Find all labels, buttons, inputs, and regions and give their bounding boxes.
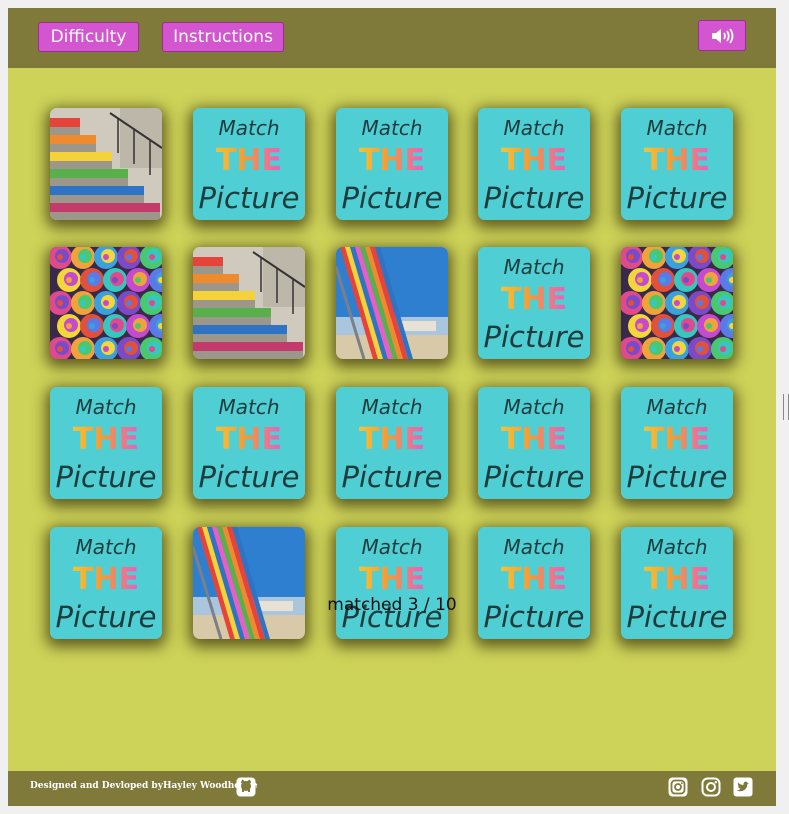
card-back-logo: Match THEPicture	[478, 387, 590, 499]
card-face-down[interactable]: Match THE Picture	[478, 527, 590, 639]
card-back-line2: THE	[501, 422, 567, 457]
card-back-line1: Match	[503, 255, 564, 279]
card-back-line3: Picture	[626, 460, 727, 494]
difficulty-button[interactable]: Difficulty	[38, 22, 139, 52]
card-back-logo: Match THEPicture	[621, 387, 733, 499]
card-face-down[interactable]: Match THE Picture	[621, 108, 733, 220]
card-face-down[interactable]: Match THE Picture	[50, 527, 162, 639]
card-face-down[interactable]: Match THE Picture	[193, 108, 305, 220]
card-back-line1: Match	[361, 535, 422, 559]
match-counter: matched 3 / 10	[327, 595, 457, 615]
card-back-line1: Match	[503, 116, 564, 140]
card-back-logo: Match THEPicture	[621, 108, 733, 220]
card-back-logo: Match THEPicture	[478, 108, 590, 220]
rainbow-roses-image	[50, 247, 162, 359]
card-back-line3: Picture	[483, 181, 584, 215]
card-back-line3: Picture	[483, 460, 584, 494]
card-face-down[interactable]: Match THE Picture	[621, 527, 733, 639]
game-window: Difficulty Instructions Match THE Picture M…	[8, 8, 776, 806]
card-back-line1: Match	[75, 535, 136, 559]
card-back-line1: Match	[218, 395, 279, 419]
card-back-line3: Picture	[198, 460, 299, 494]
striped-deckchair-image	[336, 247, 448, 359]
card-back-line1: Match	[646, 395, 707, 419]
card-back-logo: Match THEPicture	[193, 108, 305, 220]
twitter-icon[interactable]	[733, 777, 753, 797]
header-bar: Difficulty Instructions	[8, 8, 776, 68]
card-face-down[interactable]: Match THE Picture	[478, 247, 590, 359]
card-back-logo: Match THEPicture	[50, 387, 162, 499]
designer-credit: Designed and Devloped byHayley Woodhouse	[30, 781, 258, 791]
card-back-line2: THE	[644, 422, 710, 457]
card-back-line3: Picture	[483, 320, 584, 354]
card-rainbow-stairs[interactable]	[193, 247, 305, 359]
card-back-line1: Match	[646, 535, 707, 559]
card-back-line2: THE	[359, 422, 425, 457]
card-face-down[interactable]: Match THE Picture	[193, 387, 305, 499]
card-back-line2: THE	[216, 422, 282, 457]
card-back-line1: Match	[75, 395, 136, 419]
card-back-logo: Match THEPicture	[336, 108, 448, 220]
card-back-line1: Match	[503, 395, 564, 419]
card-back-logo: MatchTHEPicture	[621, 527, 733, 639]
card-back-logo: MatchTHEPicture	[336, 527, 448, 639]
card-back-line2: THE	[73, 562, 139, 597]
card-back-line2: THE	[501, 282, 567, 317]
card-back-logo: Match THEPicture	[478, 247, 590, 359]
card-back-line1: Match	[503, 535, 564, 559]
card-back-line2: THE	[501, 143, 567, 178]
card-back-line3: Picture	[341, 181, 442, 215]
card-face-down[interactable]: Match THE Picture	[478, 108, 590, 220]
card-back-line1: Match	[361, 116, 422, 140]
rainbow-stairs-image	[193, 247, 305, 359]
card-back-line3: Picture	[341, 460, 442, 494]
card-back-line2: THE	[359, 562, 425, 597]
instagram-icon[interactable]	[668, 777, 688, 797]
card-back-line2: THE	[216, 143, 282, 178]
card-striped-deckchair[interactable]	[336, 247, 448, 359]
card-back-line1: Match	[361, 395, 422, 419]
card-rainbow-roses[interactable]	[50, 247, 162, 359]
card-back-line3: Picture	[55, 460, 156, 494]
sound-toggle-button[interactable]	[698, 20, 746, 51]
card-face-down[interactable]: Match THE Picture	[478, 387, 590, 499]
card-board: Match THE Picture Match THE Picture Match THE Pi…	[8, 68, 776, 770]
card-back-logo: Match THEPicture	[193, 387, 305, 499]
card-back-line1: Match	[218, 116, 279, 140]
card-face-down[interactable]: Match THE Picture	[50, 387, 162, 499]
card-back-line3: Picture	[626, 181, 727, 215]
card-striped-deckchair[interactable]	[193, 527, 305, 639]
card-back-line2: THE	[501, 562, 567, 597]
card-back-line2: THE	[644, 562, 710, 597]
card-back-line2: THE	[644, 143, 710, 178]
card-rainbow-roses[interactable]	[621, 247, 733, 359]
card-back-line1: Match	[646, 116, 707, 140]
volume-up-icon	[712, 27, 734, 44]
card-back-logo: Match THEPicture	[336, 387, 448, 499]
instagram-icon[interactable]	[701, 777, 721, 797]
card-back-line2: THE	[73, 422, 139, 457]
rainbow-stairs-image	[50, 108, 162, 220]
card-back-logo: MatchTHEPicture	[50, 527, 162, 639]
card-face-down[interactable]: Match THE Picture	[336, 527, 448, 639]
card-back-logo: MatchTHEPicture	[478, 527, 590, 639]
window-resize-grip[interactable]	[783, 394, 789, 420]
card-back-line3: Picture	[198, 181, 299, 215]
striped-deckchair-image	[193, 527, 305, 639]
instructions-button[interactable]: Instructions	[162, 22, 284, 52]
card-back-line2: THE	[359, 143, 425, 178]
github-icon[interactable]	[236, 777, 256, 797]
card-face-down[interactable]: Match THE Picture	[336, 387, 448, 499]
card-rainbow-stairs[interactable]	[50, 108, 162, 220]
footer-bar: Designed and Devloped byHayley Woodhouse	[8, 771, 776, 806]
card-face-down[interactable]: Match THE Picture	[336, 108, 448, 220]
card-face-down[interactable]: Match THE Picture	[621, 387, 733, 499]
rainbow-roses-image	[621, 247, 733, 359]
